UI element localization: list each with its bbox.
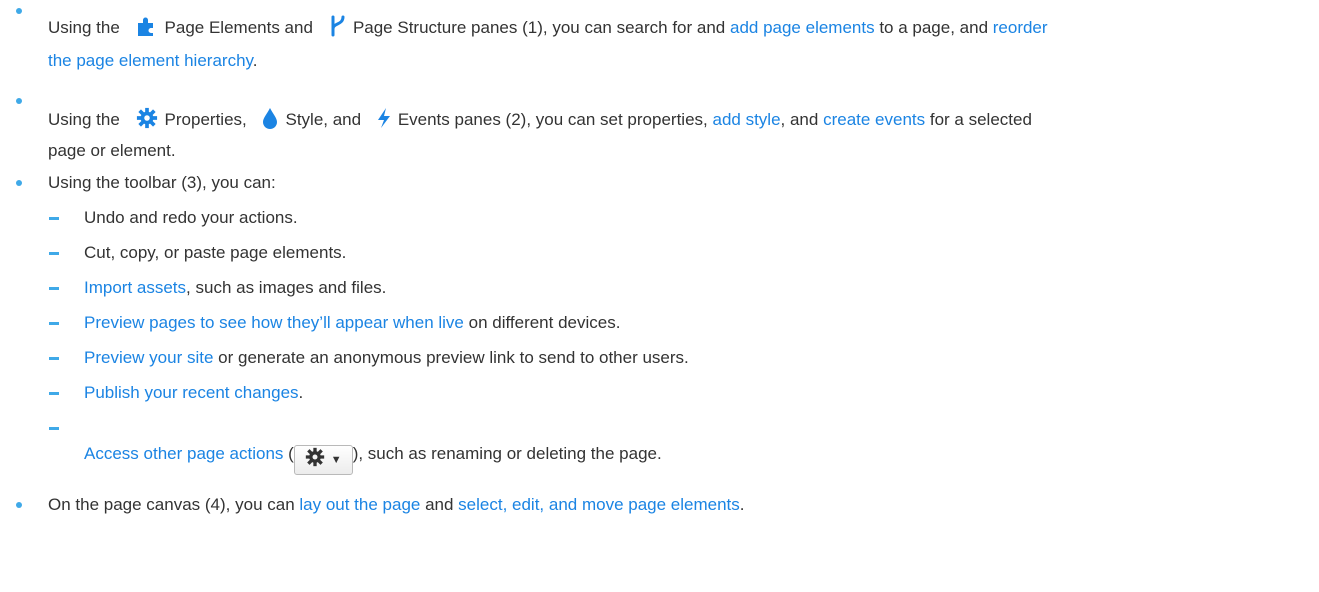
text: Using the	[48, 110, 125, 129]
bullet-2-line-1: Using the Properties, Style, and Events …	[48, 107, 1032, 135]
text: Cut, copy, or paste page elements.	[84, 243, 347, 262]
text: .	[298, 383, 304, 402]
text: , and	[780, 110, 824, 129]
hierarchy-icon	[329, 15, 347, 43]
select-edit-move-link[interactable]: select, edit, and move page elements	[458, 495, 740, 514]
page-actions-button[interactable]: ▼	[293, 445, 353, 475]
bullet-marker	[16, 180, 22, 186]
text: (	[283, 444, 294, 463]
help-document: Using the Page Elements and Page Structur…	[0, 0, 1319, 592]
page-actions-link[interactable]: Access other page actions	[84, 444, 283, 463]
dash-marker	[49, 252, 59, 255]
text: Undo and redo your actions.	[84, 208, 298, 227]
text: on different devices.	[463, 313, 621, 332]
publish-changes-link[interactable]: Publish your recent changes	[84, 383, 299, 402]
text: , such as images and files.	[186, 278, 387, 297]
sub-item-4: Preview pages to see how they’ll appear …	[84, 312, 620, 334]
sub-item-2: Cut, copy, or paste page elements.	[84, 242, 346, 264]
text: Properties,	[164, 110, 252, 129]
preview-site-link[interactable]: Preview your site	[84, 348, 213, 367]
bullet-1-line-2: the page element hierarchy.	[48, 50, 258, 72]
gear-icon	[135, 107, 159, 135]
sub-item-6: Publish your recent changes.	[84, 382, 303, 404]
text: Page Elements and	[164, 18, 313, 37]
puzzle-icon	[135, 15, 159, 43]
text: and	[420, 495, 459, 514]
create-events-link[interactable]: create events	[823, 110, 925, 129]
text: for a selected	[925, 110, 1032, 129]
sub-item-5: Preview your site or generate an anonymo…	[84, 347, 689, 369]
bullet-marker	[16, 502, 22, 508]
drop-icon	[261, 107, 279, 135]
bullet-2-line-2: page or element.	[48, 140, 176, 162]
text: Using the	[48, 18, 125, 37]
bullet-3: Using the toolbar (3), you can:	[48, 172, 276, 194]
text: Style, and	[285, 110, 366, 129]
sub-item-1: Undo and redo your actions.	[84, 207, 298, 229]
text: to a page, and	[874, 18, 993, 37]
dash-marker	[49, 357, 59, 360]
dash-marker	[49, 217, 59, 220]
dash-marker	[49, 392, 59, 395]
dash-marker	[49, 427, 59, 430]
bolt-icon	[376, 107, 392, 135]
bullet-4: On the page canvas (4), you can lay out …	[48, 494, 745, 516]
add-style-link[interactable]: add style	[712, 110, 780, 129]
bullet-marker	[16, 98, 22, 104]
lay-out-page-link[interactable]: lay out the page	[299, 495, 420, 514]
text: On the page canvas (4), you can	[48, 495, 300, 514]
text: ), such as renaming or deleting the page…	[352, 444, 662, 463]
bullet-marker	[16, 8, 22, 14]
sub-item-7: Access other page actions ( ▼ ), such as r…	[84, 443, 662, 475]
text: .	[739, 495, 745, 514]
dash-marker	[49, 287, 59, 290]
text: Using the toolbar (3), you can:	[48, 173, 276, 192]
text: page or element.	[48, 141, 176, 160]
bullet-1-line-1: Using the Page Elements and Page Structur…	[48, 15, 1048, 43]
reorder-link[interactable]: reorder	[993, 18, 1048, 37]
preview-pages-link[interactable]: Preview pages to see how they’ll appear …	[84, 313, 464, 332]
add-page-elements-link[interactable]: add page elements	[730, 18, 875, 37]
text: Page Structure panes (1), you can search…	[352, 18, 730, 37]
gear-icon	[305, 447, 325, 473]
reorder-link-cont[interactable]: the page element hierarchy	[48, 51, 253, 70]
import-assets-link[interactable]: Import assets	[84, 278, 186, 297]
text: Events panes (2), you can set properties…	[397, 110, 713, 129]
chevron-down-icon: ▼	[330, 454, 342, 466]
text: .	[252, 51, 258, 70]
sub-item-3: Import assets, such as images and files.	[84, 277, 386, 299]
dash-marker	[49, 322, 59, 325]
text: or generate an anonymous preview link to…	[213, 348, 689, 367]
